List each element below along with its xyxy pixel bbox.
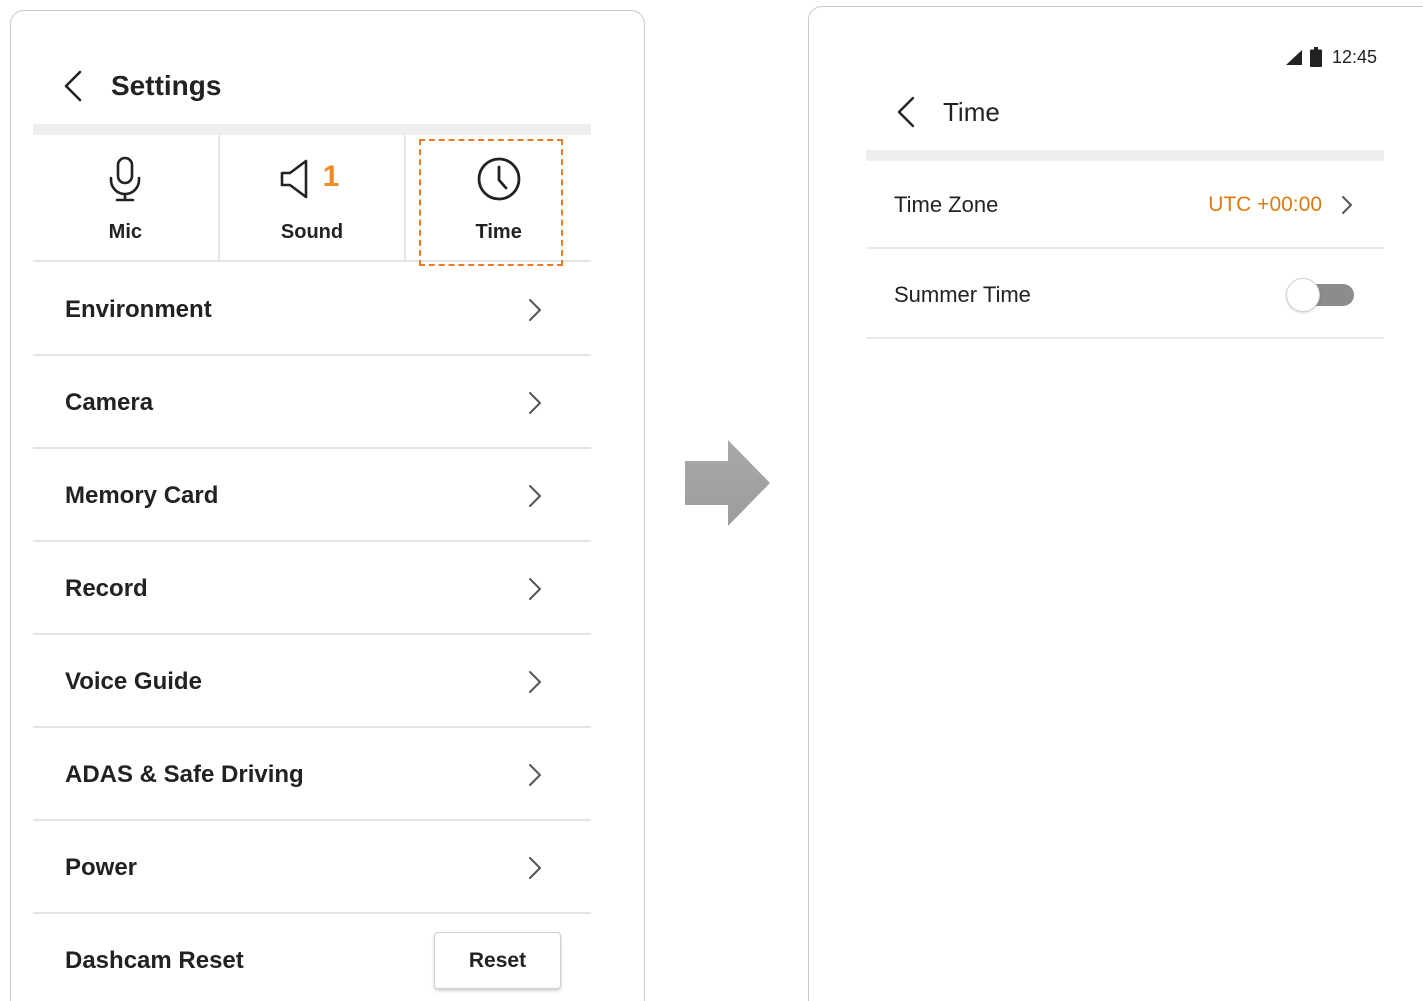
menu-item-label: Environment xyxy=(65,296,212,323)
quick-settings-row: Mic 1 Sound Time xyxy=(33,135,591,262)
signal-icon xyxy=(1285,50,1302,65)
chevron-right-icon xyxy=(529,578,541,600)
menu-item-label: Record xyxy=(65,575,148,602)
summer-time-row: Summer Time xyxy=(866,250,1384,339)
quick-item-label: Sound xyxy=(280,221,344,243)
menu-item-label: Power xyxy=(65,854,138,881)
time-screen: 12:45 Time Time Zone UTC +00:00 Summer T… xyxy=(808,6,1423,1001)
menu-item-label: Dashcam Reset xyxy=(65,947,244,974)
chevron-right-icon xyxy=(529,392,541,414)
menu-item-environment[interactable]: Environment xyxy=(33,263,591,356)
mic-icon xyxy=(110,156,141,202)
menu-item-power[interactable]: Power xyxy=(33,821,591,914)
status-bar: 12:45 xyxy=(1284,45,1377,69)
menu-item-voice-guide[interactable]: Voice Guide xyxy=(33,635,591,728)
menu-item-label: Voice Guide xyxy=(65,668,202,695)
clock-icon xyxy=(477,157,521,201)
quick-settings-bar xyxy=(33,124,591,135)
menu-item-camera[interactable]: Camera xyxy=(33,356,591,449)
page-title: Settings xyxy=(111,70,222,101)
menu-item-dashcam-reset: Dashcam Reset Reset xyxy=(33,914,591,1001)
settings-menu-list: Environment Camera Memory Card Record Vo… xyxy=(33,263,591,1001)
time-zone-value: UTC +00:00 xyxy=(1208,193,1322,216)
battery-icon xyxy=(1309,47,1322,67)
quick-item-label: Time xyxy=(475,221,522,243)
back-arrow-icon[interactable] xyxy=(61,69,85,103)
chevron-right-icon xyxy=(529,671,541,693)
page-title: Time xyxy=(943,97,1000,127)
back-arrow-icon[interactable] xyxy=(894,95,918,129)
toggle-knob xyxy=(1286,278,1320,312)
menu-item-adas-safe-driving[interactable]: ADAS & Safe Driving xyxy=(33,728,591,821)
chevron-right-icon xyxy=(1342,196,1352,214)
status-time: 12:45 xyxy=(1331,46,1377,67)
time-zone-label: Time Zone xyxy=(894,192,999,217)
transition-arrow-icon xyxy=(685,440,770,526)
chevron-right-icon xyxy=(529,857,541,879)
reset-button[interactable]: Reset xyxy=(434,932,561,989)
summer-time-label: Summer Time xyxy=(894,282,1031,307)
menu-item-label: ADAS & Safe Driving xyxy=(65,761,304,788)
sound-level-badge: 1 xyxy=(322,160,340,193)
menu-item-memory-card[interactable]: Memory Card xyxy=(33,449,591,542)
time-zone-row[interactable]: Time Zone UTC +00:00 xyxy=(866,160,1384,249)
summer-time-toggle[interactable] xyxy=(1286,278,1354,312)
speaker-icon xyxy=(280,159,308,199)
chevron-right-icon xyxy=(529,485,541,507)
quick-item-label: Mic xyxy=(108,221,142,243)
settings-screen: Settings Mic 1 Sound Time Environment Ca… xyxy=(10,10,645,1001)
settings-header: Settings xyxy=(11,11,644,134)
chevron-right-icon xyxy=(529,764,541,786)
quick-item-time[interactable]: Time xyxy=(404,135,591,260)
menu-item-label: Memory Card xyxy=(65,482,219,509)
quick-item-mic[interactable]: Mic xyxy=(33,135,218,260)
menu-item-label: Camera xyxy=(65,389,154,416)
menu-item-record[interactable]: Record xyxy=(33,542,591,635)
quick-item-sound[interactable]: 1 Sound xyxy=(217,135,405,260)
chevron-right-icon xyxy=(529,299,541,321)
